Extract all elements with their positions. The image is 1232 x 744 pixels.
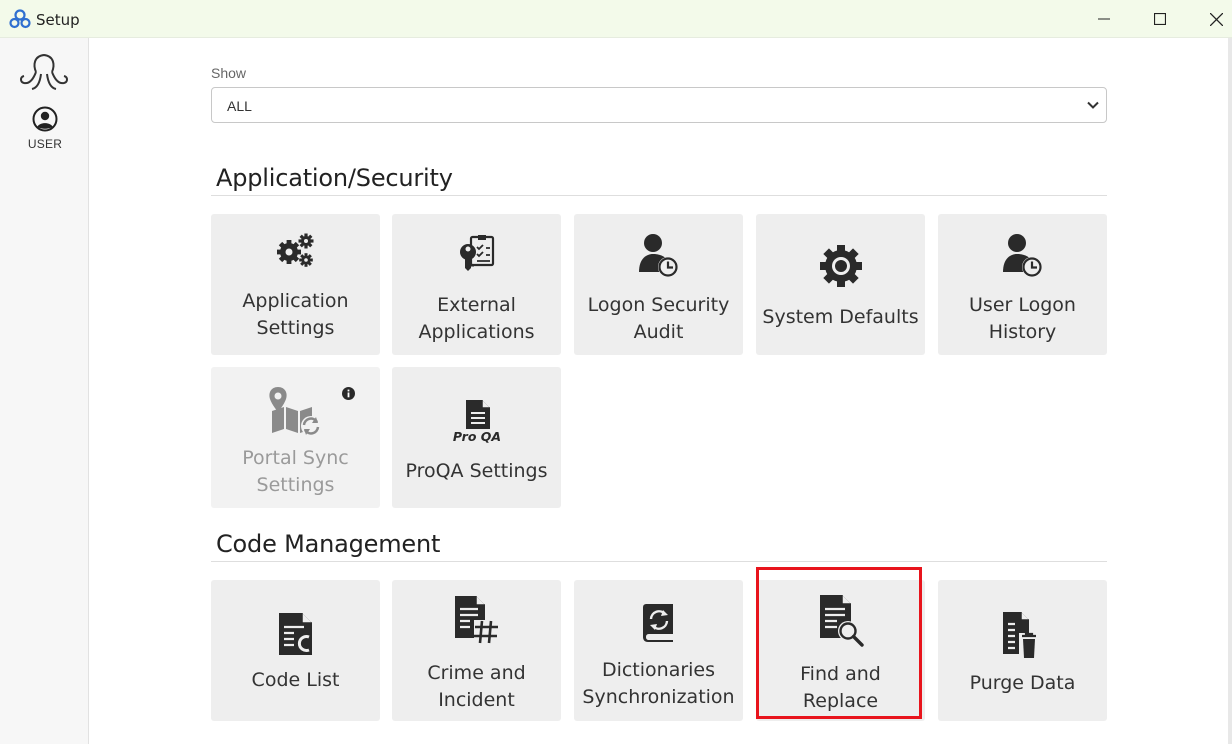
- code-list-icon: [278, 613, 312, 655]
- svg-text:Pro QA: Pro QA: [452, 429, 500, 443]
- app-brand-icon[interactable]: [19, 50, 69, 92]
- tile-label: User Logon History: [969, 294, 1076, 343]
- tile-label: Logon Security Audit: [587, 294, 730, 343]
- info-icon[interactable]: [342, 387, 355, 400]
- tile-code-list[interactable]: Code List: [211, 580, 380, 721]
- user-clock-icon: [638, 234, 678, 277]
- gear-icon: [819, 245, 862, 287]
- show-select[interactable]: ALL: [211, 87, 1107, 123]
- tile-label: Application Settings: [242, 290, 349, 339]
- tile-label: Portal Sync Settings: [242, 447, 349, 496]
- close-icon: [1209, 12, 1223, 26]
- tile-crime-and-incident[interactable]: Crime and Incident: [392, 580, 561, 721]
- tile-label: Dictionaries Synchronization: [582, 659, 735, 708]
- tile-proqa-settings[interactable]: Pro QA ProQA Settings: [392, 367, 561, 508]
- tile-label: ProQA Settings: [405, 460, 548, 482]
- minimize-icon: [1098, 18, 1110, 20]
- tile-portal-sync-settings[interactable]: Portal Sync Settings: [211, 367, 380, 508]
- show-label: Show: [211, 65, 247, 81]
- tile-purge-data[interactable]: Purge Data: [938, 580, 1107, 721]
- document-search-icon: [819, 595, 864, 647]
- chevron-down-icon: [1087, 101, 1099, 109]
- user-button[interactable]: USER: [22, 106, 68, 156]
- tile-label: Find and Replace: [800, 663, 881, 712]
- maximize-button[interactable]: [1137, 0, 1183, 38]
- tile-label: Crime and Incident: [427, 662, 526, 711]
- tile-external-applications[interactable]: External Applications: [392, 214, 561, 355]
- tile-label: Code List: [251, 669, 340, 691]
- close-button[interactable]: [1193, 0, 1232, 38]
- user-clock-icon: [1002, 234, 1042, 277]
- map-sync-icon: [268, 387, 321, 436]
- key-document-icon: [459, 235, 494, 271]
- title-bar: Setup: [0, 0, 1232, 38]
- proqa-document-icon: Pro QA: [452, 400, 501, 443]
- tile-label: System Defaults: [762, 306, 919, 328]
- section-divider: [211, 195, 1107, 196]
- maximize-icon: [1154, 13, 1166, 25]
- tile-logon-security-audit[interactable]: Logon Security Audit: [574, 214, 743, 355]
- tile-label: External Applications: [418, 294, 535, 343]
- tile-find-and-replace[interactable]: Find and Replace: [756, 580, 925, 721]
- tile-label: Purge Data: [969, 672, 1076, 694]
- tile-dictionaries-synchronization[interactable]: Dictionaries Synchronization: [574, 580, 743, 721]
- sidebar: USER: [0, 38, 89, 744]
- gears-icon: [276, 233, 313, 267]
- tile-user-logon-history[interactable]: User Logon History: [938, 214, 1107, 355]
- section-divider: [211, 561, 1107, 562]
- section-title-application-security: Application/Security: [216, 164, 453, 192]
- user-label: USER: [27, 137, 63, 151]
- user-circle-icon: [32, 106, 58, 132]
- tile-application-settings[interactable]: Application Settings: [211, 214, 380, 355]
- window-title: Setup: [36, 11, 80, 29]
- document-trash-icon: [1002, 612, 1039, 659]
- dictionary-sync-icon: [642, 604, 673, 642]
- show-select-value: ALL: [227, 98, 252, 114]
- tile-system-defaults[interactable]: System Defaults: [756, 214, 925, 355]
- scrollbar[interactable]: [1228, 38, 1232, 744]
- section-title-code-management: Code Management: [216, 530, 441, 558]
- app-logo-icon: [9, 9, 31, 29]
- document-hash-icon: [454, 596, 499, 644]
- minimize-button[interactable]: [1081, 0, 1127, 38]
